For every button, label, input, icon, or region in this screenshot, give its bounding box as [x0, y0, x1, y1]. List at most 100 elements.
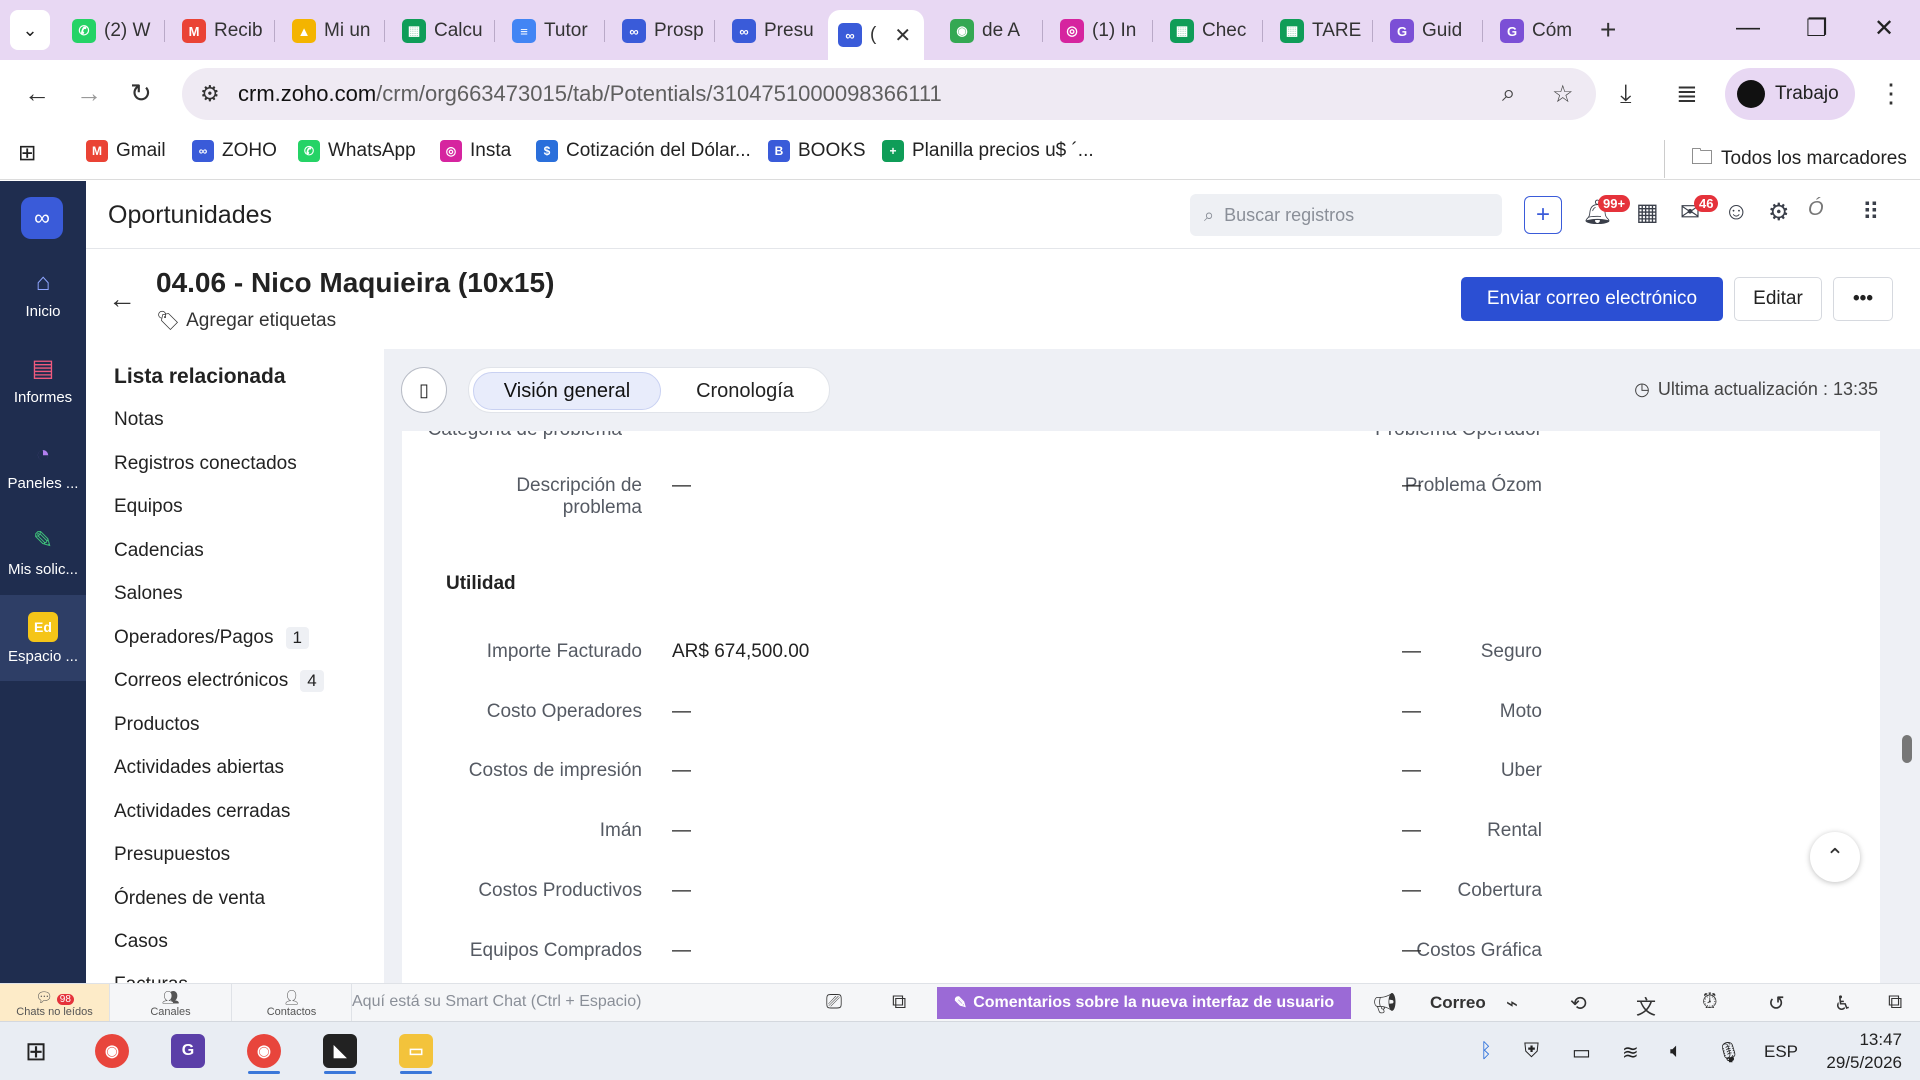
- scrollbar[interactable]: [1898, 432, 1912, 977]
- unread-chats-button[interactable]: 💬︎ 98 Chats no leídos: [0, 984, 110, 1022]
- browser-tab[interactable]: ✆ (2) W: [62, 12, 162, 50]
- security-shield-icon[interactable]: ⛨: [1524, 1040, 1539, 1063]
- rotate-icon[interactable]: ⟲: [1570, 991, 1587, 1016]
- bluetooth-icon[interactable]: ᛒ: [1480, 1040, 1492, 1063]
- zoom-icon[interactable]: ⌕: [1502, 80, 1515, 108]
- apps-grid-icon[interactable]: ⠿: [1862, 198, 1880, 227]
- field-value[interactable]: —: [1402, 880, 1421, 902]
- meeting-icon[interactable]: ⧉: [892, 991, 906, 1014]
- browser-tab[interactable]: ∞ Presu: [722, 12, 822, 50]
- browser-tab[interactable]: ▲ Mi un: [282, 12, 382, 50]
- browser-tab[interactable]: ≡ Tutor: [502, 12, 602, 50]
- screen-share-icon[interactable]: ⎚: [826, 991, 842, 1014]
- history-icon[interactable]: ↺: [1768, 991, 1785, 1016]
- close-window-icon[interactable]: ✕: [1874, 14, 1894, 43]
- field-value[interactable]: —: [1402, 641, 1421, 663]
- related-item-equipos[interactable]: Equipos: [114, 496, 183, 518]
- chrome-profile-icon[interactable]: ◉: [240, 1028, 288, 1074]
- org-logo-icon[interactable]: Ó: [1808, 198, 1824, 221]
- related-item-casos[interactable]: Casos: [114, 931, 168, 953]
- accessibility-icon[interactable]: ♿︎: [1834, 991, 1852, 1016]
- edit-button[interactable]: Editar: [1734, 277, 1822, 321]
- alarm-icon[interactable]: ⏰︎: [1702, 991, 1718, 1014]
- chrome-icon[interactable]: ◉: [88, 1028, 136, 1074]
- tab-search-chevron-icon[interactable]: ⌄: [10, 10, 50, 50]
- field-value[interactable]: —: [672, 701, 691, 723]
- rail-item-inicio[interactable]: ⌂ Inicio: [0, 251, 86, 337]
- field-value[interactable]: —: [1402, 701, 1421, 723]
- contacts-button[interactable]: 👤︎ Contactos: [232, 984, 352, 1022]
- scrollbar-thumb[interactable]: [1902, 735, 1912, 763]
- all-bookmarks[interactable]: 🗀 Todos los marcadores: [1664, 140, 1907, 178]
- related-item-presupuestos[interactable]: Presupuestos: [114, 844, 230, 866]
- field-value[interactable]: —: [672, 760, 691, 782]
- bookmark-whatsapp[interactable]: ✆ WhatsApp: [298, 140, 416, 162]
- related-item-operadores[interactable]: Operadores/Pagos 1: [114, 627, 309, 649]
- browser-tab-active[interactable]: ∞ ( ✕: [828, 10, 924, 60]
- new-tab-plus-icon[interactable]: +: [1600, 14, 1616, 46]
- browser-tab[interactable]: ▦ Chec: [1160, 12, 1260, 50]
- forward-icon[interactable]: →: [76, 78, 102, 109]
- download-icon[interactable]: ⤓: [1620, 78, 1632, 110]
- bookmark-planilla[interactable]: + Planilla precios u$ ´...: [882, 140, 1094, 162]
- related-item-facturas[interactable]: Facturas: [114, 974, 188, 983]
- related-item-cadencias[interactable]: Cadencias: [114, 540, 204, 562]
- related-item-salones[interactable]: Salones: [114, 583, 183, 605]
- browser-tab[interactable]: M Recib: [172, 12, 272, 50]
- quick-create-button[interactable]: +: [1524, 196, 1562, 234]
- g-app-icon[interactable]: G: [164, 1028, 212, 1074]
- address-bar[interactable]: ⚙ crm.zoho.com/crm/org663473015/tab/Pote…: [182, 68, 1596, 120]
- related-item-notas[interactable]: Notas: [114, 409, 164, 431]
- related-item-actividades-cerradas[interactable]: Actividades cerradas: [114, 801, 290, 823]
- field-value[interactable]: —: [1402, 475, 1421, 497]
- battery-icon[interactable]: ▭: [1572, 1040, 1591, 1065]
- announcement-icon[interactable]: 📢︎: [1372, 991, 1397, 1016]
- back-arrow-icon[interactable]: ←: [108, 283, 136, 315]
- system-clock[interactable]: 13:47 29/5/2026: [1826, 1028, 1902, 1074]
- close-tab-icon[interactable]: ✕: [894, 23, 911, 48]
- file-explorer-icon[interactable]: ▭: [392, 1028, 440, 1074]
- copy-icon[interactable]: ⧉: [1888, 991, 1902, 1014]
- apps-grid-icon[interactable]: ⊞: [18, 140, 36, 166]
- smart-chat-input[interactable]: Aquí está su Smart Chat (Ctrl + Espacio): [352, 993, 641, 1011]
- field-value[interactable]: —: [1402, 820, 1421, 842]
- bookmark-dolar[interactable]: $ Cotización del Dólar...: [536, 140, 751, 162]
- language-indicator[interactable]: ESP: [1764, 1042, 1798, 1062]
- browser-menu-icon[interactable]: ⋮: [1878, 78, 1904, 109]
- bookmark-books[interactable]: B BOOKS: [768, 140, 866, 162]
- rail-item-paneles[interactable]: ◔ Paneles ...: [0, 423, 86, 509]
- rail-item-informes[interactable]: ▤ Informes: [0, 337, 86, 423]
- media-control-icon[interactable]: ≣: [1676, 78, 1698, 109]
- browser-tab[interactable]: ▦ TARE: [1270, 12, 1370, 50]
- zoho-crm-logo-icon[interactable]: ∞: [21, 197, 63, 239]
- field-value[interactable]: —: [672, 940, 691, 962]
- related-item-productos[interactable]: Productos: [114, 714, 200, 736]
- back-icon[interactable]: ←: [24, 78, 50, 109]
- signals-icon[interactable]: ⌁: [1506, 991, 1518, 1016]
- bookmark-zoho[interactable]: ∞ ZOHO: [192, 140, 277, 162]
- browser-tab[interactable]: G Cóm: [1490, 12, 1590, 50]
- feedback-button[interactable]: ✎ Comentarios sobre la nueva interfaz de…: [937, 987, 1351, 1019]
- field-value[interactable]: —: [672, 820, 691, 842]
- settings-gear-icon[interactable]: ⚙: [1768, 198, 1790, 227]
- field-value[interactable]: —: [1402, 431, 1421, 441]
- zia-bot-icon[interactable]: ☺: [1724, 198, 1749, 226]
- browser-tab[interactable]: ◉ de A: [940, 12, 1040, 50]
- browser-tab[interactable]: ◎ (1) In: [1050, 12, 1150, 50]
- browser-tab[interactable]: ∞ Prosp: [612, 12, 712, 50]
- profile-button[interactable]: Trabajo: [1725, 68, 1855, 120]
- add-tags-link[interactable]: 🏷︎ Agregar etiquetas: [156, 309, 336, 333]
- related-item-registros[interactable]: Registros conectados: [114, 453, 297, 475]
- mail-label-button[interactable]: Correo: [1430, 993, 1486, 1013]
- field-value[interactable]: —: [672, 880, 691, 902]
- field-value[interactable]: —: [672, 431, 691, 441]
- restore-icon[interactable]: ❐: [1806, 14, 1828, 43]
- field-value[interactable]: —: [1402, 760, 1421, 782]
- start-windows-icon[interactable]: ⊞: [12, 1028, 60, 1074]
- bookmark-gmail[interactable]: M Gmail: [86, 140, 166, 162]
- browser-tab[interactable]: G Guid: [1380, 12, 1480, 50]
- calendar-icon[interactable]: ▦: [1636, 198, 1659, 227]
- more-options-button[interactable]: •••: [1833, 277, 1893, 321]
- wifi-icon[interactable]: ≋: [1622, 1040, 1639, 1065]
- bookmark-star-icon[interactable]: ☆: [1552, 80, 1574, 109]
